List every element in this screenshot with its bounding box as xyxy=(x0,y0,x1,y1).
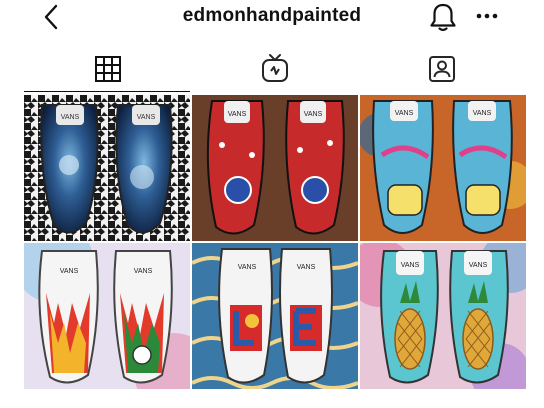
post-thumbnail[interactable]: VANS VANS xyxy=(192,95,358,241)
post-image: VANS VANS xyxy=(360,243,526,389)
tab-tagged[interactable] xyxy=(426,52,458,84)
more-options-button[interactable] xyxy=(474,2,500,30)
brand-label: VANS xyxy=(469,262,488,269)
igtv-icon xyxy=(262,54,288,82)
post-thumbnail[interactable]: VANS VANS xyxy=(192,243,358,389)
post-image: VANS VANS xyxy=(24,243,190,389)
brand-label: VANS xyxy=(137,114,156,121)
post-thumbnail[interactable]: VANS VANS xyxy=(24,95,190,241)
post-thumbnail[interactable]: VANS VANS xyxy=(360,95,526,241)
tab-igtv[interactable] xyxy=(259,52,291,84)
post-image: VANS VANS xyxy=(192,243,358,389)
brand-label: VANS xyxy=(473,110,492,117)
post-image: VANS VANS xyxy=(24,95,190,241)
brand-label: VANS xyxy=(60,268,79,275)
brand-label: VANS xyxy=(228,111,247,118)
profile-header: edmonhandpainted xyxy=(0,0,544,38)
brand-label: VANS xyxy=(304,111,323,118)
tab-posts-grid[interactable] xyxy=(92,52,124,84)
brand-label: VANS xyxy=(134,268,153,275)
profile-username: edmonhandpainted xyxy=(182,5,362,26)
posts-grid: VANS VANS VANS VANS VANS VANS VANS VANS … xyxy=(24,95,526,389)
tagged-person-icon xyxy=(429,56,455,82)
grid-icon xyxy=(95,56,121,82)
profile-tabs xyxy=(0,52,544,92)
bell-icon xyxy=(430,3,456,32)
post-image: VANS VANS xyxy=(360,95,526,241)
brand-label: VANS xyxy=(395,110,414,117)
more-horizontal-icon xyxy=(476,13,498,19)
brand-label: VANS xyxy=(61,114,80,121)
post-thumbnail[interactable]: VANS VANS xyxy=(360,243,526,389)
selected-tab-indicator xyxy=(24,91,190,92)
brand-label: VANS xyxy=(401,262,420,269)
post-thumbnail[interactable]: VANS VANS xyxy=(24,243,190,389)
brand-label: VANS xyxy=(238,264,257,271)
notifications-button[interactable] xyxy=(428,1,458,33)
post-image: VANS VANS xyxy=(192,95,358,241)
brand-label: VANS xyxy=(297,264,316,271)
